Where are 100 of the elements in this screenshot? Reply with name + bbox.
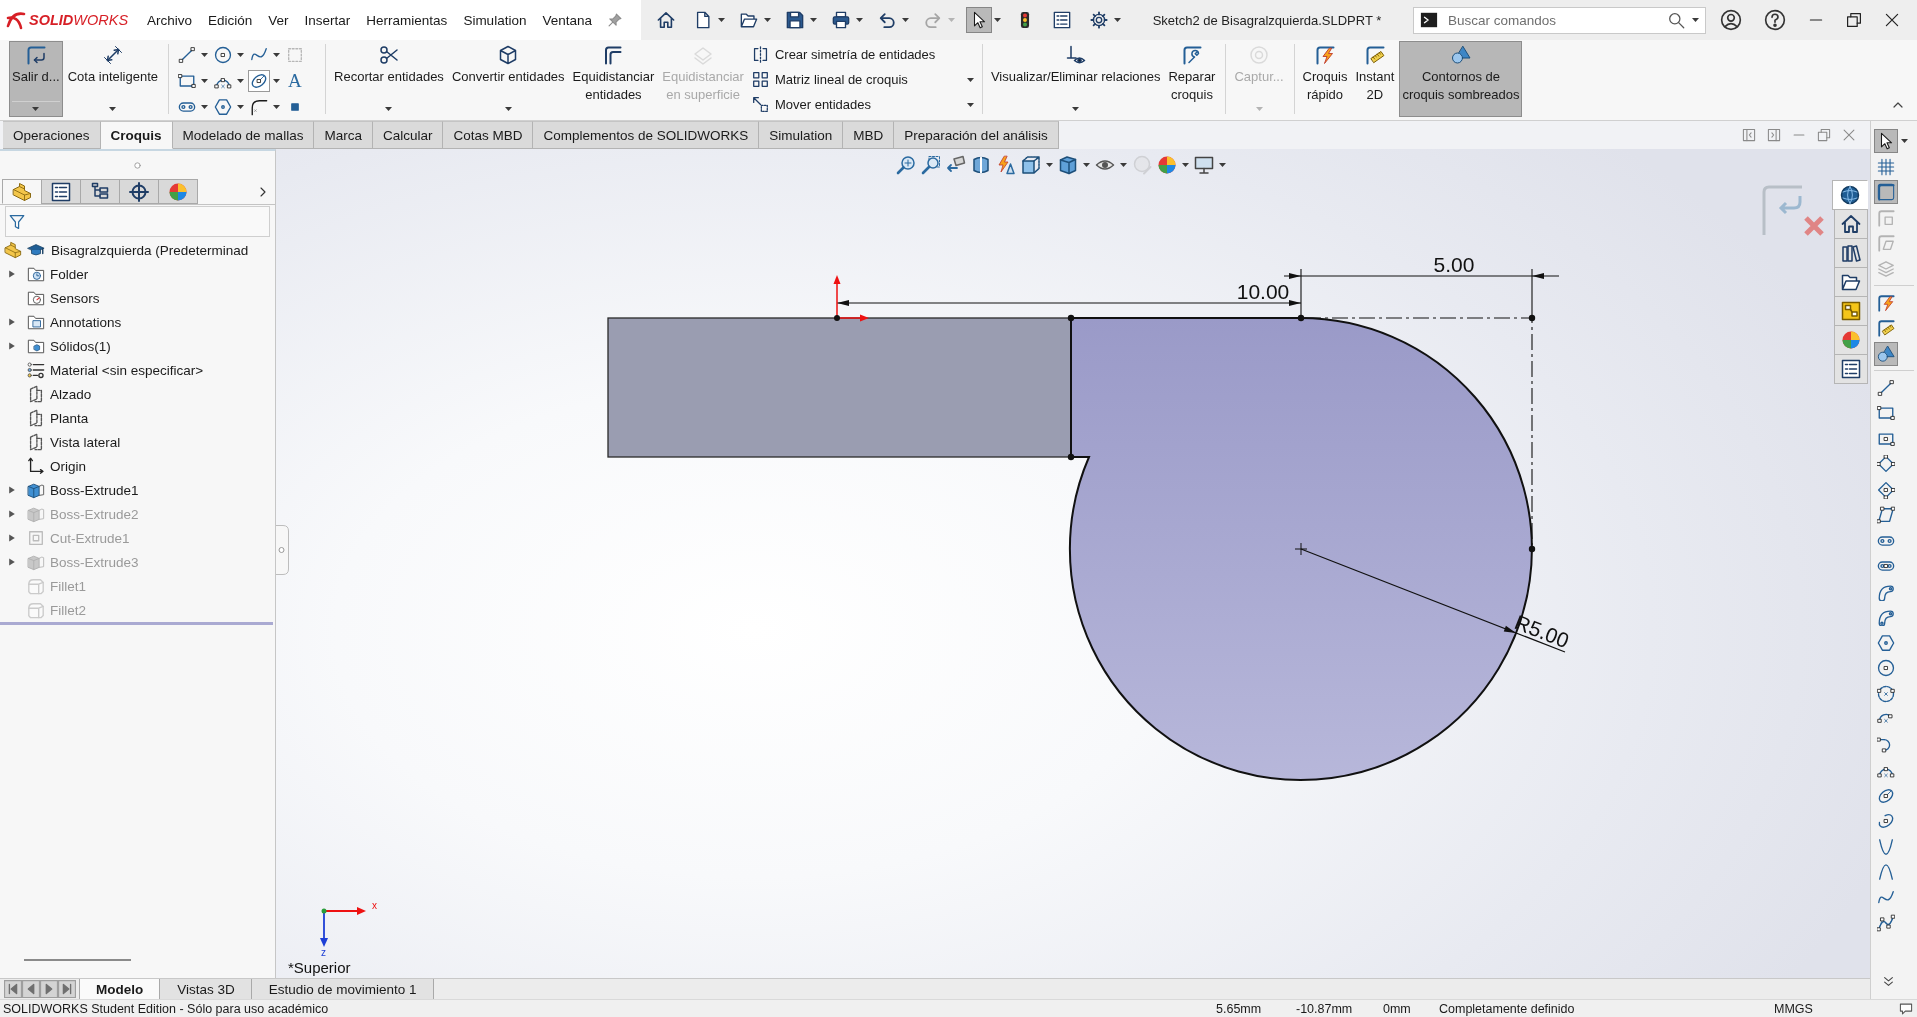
caret-icon[interactable] (201, 53, 209, 57)
tree-item[interactable]: Planta (50, 410, 89, 426)
monitor-icon[interactable] (1194, 155, 1214, 175)
close-icon[interactable] (1884, 12, 1900, 28)
lightning-triangle-icon[interactable] (996, 155, 1016, 175)
tab[interactable]: Cotas MBD (443, 121, 534, 149)
caret-icon[interactable] (237, 53, 245, 57)
caret-icon[interactable] (1692, 18, 1699, 22)
dimension-value[interactable]: 5.00 (1433, 253, 1475, 276)
caret-icon[interactable] (810, 18, 817, 22)
triangle-left-icon[interactable] (22, 980, 40, 998)
caret-icon[interactable] (966, 102, 974, 107)
double-chevron-icon[interactable] (1883, 976, 1894, 987)
tab[interactable]: Operaciones (3, 121, 101, 149)
caret-icon[interactable] (385, 107, 393, 111)
tab[interactable]: Complementos de SOLIDWORKS (533, 121, 760, 149)
caret-icon[interactable] (201, 105, 209, 109)
caret-icon[interactable] (237, 105, 245, 109)
tree-item[interactable]: Boss-Extrude1 (50, 482, 139, 498)
filter-field[interactable] (5, 206, 270, 237)
caret-icon[interactable] (1120, 163, 1127, 167)
search-icon[interactable] (1668, 11, 1685, 29)
ribbon-button[interactable]: Contornos de croquis sombreados (1399, 41, 1523, 117)
caret-icon[interactable] (1083, 163, 1090, 167)
expand-arrow-icon[interactable] (8, 510, 16, 518)
menu-item[interactable]: Simulation (455, 12, 535, 28)
ribbon-button[interactable]: Visualizar/Eliminar relaciones (987, 41, 1164, 117)
cube-icon[interactable] (1021, 155, 1041, 175)
caret-icon[interactable] (1901, 139, 1908, 143)
sketch-icon[interactable] (1874, 180, 1898, 204)
ribbon-button[interactable]: Cota inteligente (64, 41, 162, 117)
color-wheel-icon[interactable] (1157, 155, 1177, 175)
menu-item[interactable]: Archivo (139, 12, 200, 28)
tree-root[interactable]: Bisagralzquierda (Predeterminad (51, 242, 249, 258)
help-icon[interactable] (1764, 9, 1786, 31)
tab[interactable]: Marca (314, 121, 373, 149)
ribbon-button[interactable]: Crear simetría de entidades (748, 42, 977, 67)
task-pane-tab[interactable] (1834, 209, 1868, 239)
tab[interactable]: MBD (843, 121, 895, 149)
caret-icon[interactable] (109, 107, 117, 111)
magnifier-plus-icon[interactable] (896, 155, 916, 175)
cursor-icon[interactable] (966, 7, 992, 33)
panel-tab[interactable] (2, 179, 42, 204)
caret-icon[interactable] (1114, 18, 1121, 22)
expand-arrow-icon[interactable] (8, 270, 16, 278)
shaded-box-icon[interactable] (1058, 155, 1078, 175)
menu-item[interactable]: Ver (260, 12, 297, 28)
expand-arrow-icon[interactable] (8, 558, 16, 566)
tree-item[interactable]: Vista lateral (50, 434, 121, 450)
ribbon-button[interactable]: Reparar croquis (1165, 41, 1219, 117)
scrollbar[interactable] (24, 959, 131, 961)
caret-icon[interactable] (504, 107, 512, 111)
ribbon-button[interactable]: Recortar entidades (331, 41, 447, 117)
task-pane-tab[interactable] (1832, 180, 1868, 210)
magnifier-area-icon[interactable] (921, 155, 941, 175)
panel-right-icon[interactable] (1767, 128, 1781, 142)
speech-bubble-icon[interactable] (1899, 1001, 1913, 1016)
task-pane-tab[interactable] (1834, 267, 1868, 297)
caret-icon[interactable] (1046, 163, 1053, 167)
ribbon-button[interactable]: Salir d... (9, 41, 63, 117)
caret-icon[interactable] (764, 18, 771, 22)
caret-icon[interactable] (718, 18, 725, 22)
ribbon-button[interactable]: Instant 2D (1352, 41, 1398, 117)
caret-icon[interactable] (1182, 163, 1189, 167)
pin-icon[interactable] (607, 13, 622, 27)
panel-handle-icon[interactable] (276, 525, 289, 575)
ribbon-button[interactable]: Convertir entidades (448, 41, 568, 117)
caret-icon[interactable] (237, 79, 245, 83)
tree-item[interactable]: Annotations (50, 314, 122, 330)
expand-arrow-icon[interactable] (8, 534, 16, 542)
tree-item[interactable]: Sólidos(1) (50, 338, 111, 354)
ribbon-button[interactable]: Matriz lineal de croquis (748, 67, 977, 92)
triangle-right-icon[interactable] (40, 980, 58, 998)
dimension-value[interactable]: R5.00 (1511, 610, 1573, 653)
caret-icon[interactable] (32, 107, 40, 111)
tree-item[interactable]: Origin (50, 458, 86, 474)
panel-left-icon[interactable] (1742, 128, 1756, 142)
expand-arrow-icon[interactable] (8, 318, 16, 326)
panel-tab[interactable] (119, 179, 159, 204)
caret-icon[interactable] (1219, 163, 1226, 167)
tab[interactable]: Modelo (79, 979, 161, 999)
expand-arrow-icon[interactable] (8, 486, 16, 494)
text-tool-glyph[interactable]: A (284, 70, 306, 92)
caret-icon[interactable] (994, 18, 1001, 22)
expand-arrow-icon[interactable] (8, 342, 16, 350)
chevron-up-icon[interactable] (1893, 100, 1903, 110)
restore-icon[interactable] (1846, 12, 1862, 28)
tab[interactable]: Croquis (100, 121, 173, 149)
ribbon-button[interactable]: Equidistanciar entidades (569, 41, 658, 117)
caret-icon[interactable] (273, 79, 281, 83)
caret-icon[interactable] (201, 79, 209, 83)
split-cylinder-icon[interactable] (971, 155, 991, 175)
dimension-value[interactable]: 10.00 (1236, 280, 1290, 303)
tab[interactable]: Preparación del análisis (894, 121, 1059, 149)
menu-item[interactable]: Herramientas (358, 12, 456, 28)
skip-forward-icon[interactable] (58, 980, 76, 998)
tree-item[interactable]: Folder (50, 266, 89, 282)
task-pane-tab[interactable] (1834, 238, 1868, 268)
caret-icon[interactable] (856, 18, 863, 22)
tree-item[interactable]: Sensors (50, 290, 100, 306)
